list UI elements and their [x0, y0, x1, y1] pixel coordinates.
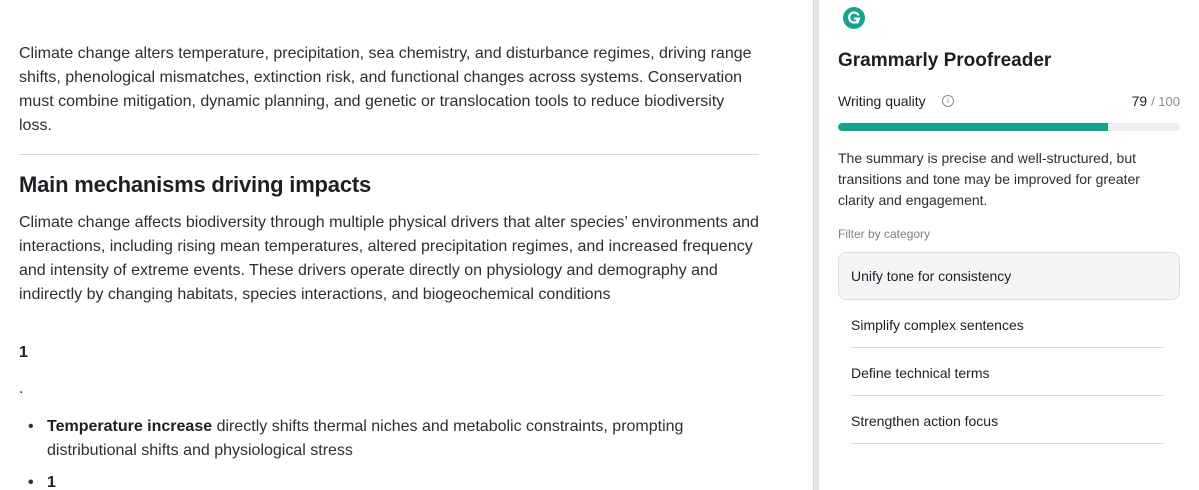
body-paragraph: Climate change affects biodiversity thro…: [19, 214, 759, 303]
reference-number: 1: [19, 344, 28, 361]
intro-paragraph: Climate change alters temperature, preci…: [19, 45, 752, 134]
writing-quality-label: Writing quality: [838, 93, 926, 109]
grammarly-logo-icon: [843, 7, 865, 29]
score-value: 79: [1131, 93, 1148, 109]
score-max: / 100: [1151, 94, 1180, 109]
quality-progress-fill: [838, 123, 1109, 131]
bullet-bold-text: Temperature increase: [47, 418, 213, 435]
period-text: .: [19, 380, 24, 397]
info-icon[interactable]: i: [942, 95, 954, 107]
bullet-marker: •: [28, 474, 34, 490]
summary-text: The summary is precise and well-structur…: [838, 150, 1140, 208]
bullet-marker: •: [28, 418, 34, 435]
panel-title: Grammarly Proofreader: [838, 50, 1052, 71]
category-unify-tone[interactable]: Unify tone for consistency: [838, 252, 1180, 300]
panel-resize-handle[interactable]: [813, 0, 819, 490]
category-simplify-sentences[interactable]: Simplify complex sentences: [851, 300, 1164, 348]
category-define-terms[interactable]: Define technical terms: [851, 348, 1164, 396]
quality-progress-bar: [838, 123, 1180, 131]
quality-score: 79 / 100: [1132, 93, 1180, 109]
section-divider: [19, 154, 759, 155]
document-area[interactable]: Climate change alters temperature, preci…: [19, 0, 764, 490]
bullet-list: • Temperature increase directly shifts t…: [19, 415, 759, 490]
bullet-bold-text: 1: [47, 474, 56, 490]
section-heading: Main mechanisms driving impacts: [19, 172, 372, 197]
category-action-focus[interactable]: Strengthen action focus: [851, 396, 1164, 444]
list-item: • Temperature increase directly shifts t…: [19, 415, 759, 463]
list-item: • 1: [19, 471, 759, 490]
grammarly-panel: Grammarly Proofreader Writing quality i …: [820, 0, 1199, 490]
filter-label: Filter by category: [838, 227, 931, 241]
category-list: Simplify complex sentences Define techni…: [851, 300, 1164, 444]
